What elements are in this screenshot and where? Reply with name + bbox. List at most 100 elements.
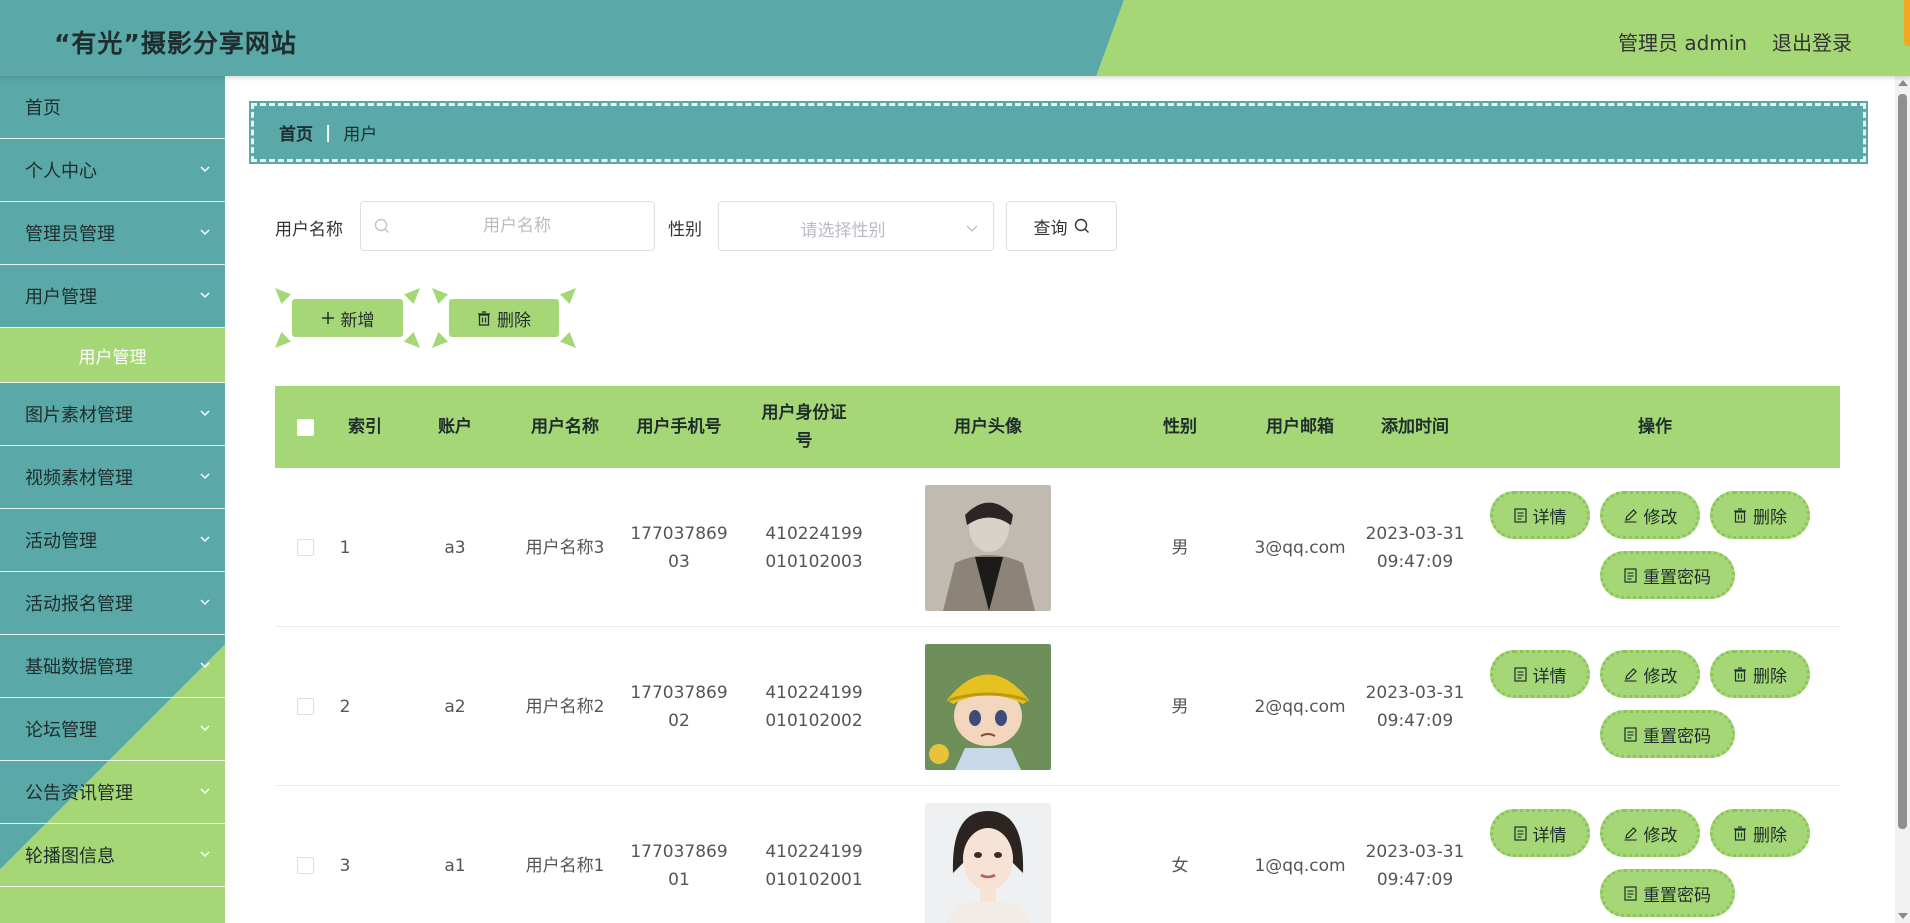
add-button[interactable]: 新增: [275, 288, 420, 348]
cell-phone: 177037869 01: [630, 841, 728, 890]
sidebar-item-label: 首页: [25, 98, 61, 119]
username-search-input[interactable]: [397, 202, 637, 250]
sidebar-item-label: 管理员管理: [25, 224, 115, 245]
cell-email: 2@qq.com: [1254, 696, 1346, 717]
cell-email: 1@qq.com: [1254, 855, 1346, 876]
column-header-account: 账户: [438, 417, 472, 437]
column-header-email: 用户邮箱: [1266, 417, 1334, 437]
edit-icon: [1624, 508, 1637, 523]
reset-password-button[interactable]: 重置密码: [1600, 710, 1735, 758]
row-checkbox[interactable]: [296, 539, 314, 556]
cell-username: 用户名称2: [525, 696, 605, 717]
sidebar-item-basic-data[interactable]: 基础数据管理: [0, 635, 225, 698]
cell-index: 1: [339, 537, 351, 558]
cell-gender: 男: [1171, 696, 1189, 717]
sidebar-item-announcement[interactable]: 公告资讯管理: [0, 761, 225, 824]
document-icon: [1624, 567, 1637, 583]
sidebar-item-user-management[interactable]: 用户管理: [0, 265, 225, 328]
sidebar-item-label: 活动管理: [25, 531, 97, 552]
sidebar-item-label: 轮播图信息: [25, 846, 115, 867]
username-filter-label: 用户名称: [275, 220, 343, 240]
sidebar-item-activity[interactable]: 活动管理: [0, 509, 225, 572]
batch-delete-button[interactable]: 删除: [432, 288, 576, 348]
trash-icon: [1734, 507, 1746, 523]
reset-password-button[interactable]: 重置密码: [1600, 551, 1735, 599]
batch-delete-button-label: 删除: [497, 310, 531, 331]
header-accent-bar: [1904, 0, 1910, 46]
column-header-idcard: 用户身份证号: [761, 403, 847, 451]
cell-added-time: 2023-03-31 09:47:09: [1365, 523, 1465, 572]
chevron-down-icon: [199, 407, 211, 419]
cell-added-time: 2023-03-31 09:47:09: [1365, 682, 1465, 731]
column-header-index: 索引: [348, 417, 382, 437]
table-row: 2 a2 用户名称2 177037869 02 410224199 01010200…: [275, 627, 1840, 786]
edit-icon: [1624, 667, 1637, 682]
top-header: “有光”摄影分享网站 管理员 admin 退出登录: [0, 0, 1910, 76]
breadcrumb-home[interactable]: 首页: [279, 120, 313, 145]
cell-idcard: 410224199 010102002: [765, 682, 863, 731]
select-all-checkbox[interactable]: [296, 418, 314, 436]
sidebar-item-carousel[interactable]: 轮播图信息: [0, 824, 225, 887]
row-checkbox[interactable]: [296, 857, 314, 874]
user-avatar-image[interactable]: [925, 643, 1051, 770]
cell-gender: 女: [1171, 855, 1189, 876]
delete-button[interactable]: 删除: [1710, 491, 1810, 539]
chevron-down-icon: [199, 659, 211, 671]
scrollbar-thumb[interactable]: [1898, 94, 1907, 829]
trash-icon: [478, 310, 490, 326]
chevron-down-icon: [199, 163, 211, 175]
column-header-phone: 用户手机号: [636, 417, 722, 437]
edit-button[interactable]: 修改: [1600, 650, 1700, 698]
row-checkbox[interactable]: [296, 698, 314, 715]
sidebar-item-home[interactable]: 首页: [0, 76, 225, 139]
sidebar-item-personal-center[interactable]: 个人中心: [0, 139, 225, 202]
plus-icon: [321, 312, 334, 324]
detail-button[interactable]: 详情: [1490, 650, 1590, 698]
sidebar-item-video-material[interactable]: 视频素材管理: [0, 446, 225, 509]
breadcrumb-separator: |: [325, 122, 332, 143]
user-avatar-image[interactable]: [925, 802, 1051, 923]
username-search-field[interactable]: [360, 201, 655, 251]
gender-select[interactable]: 请选择性别: [718, 201, 994, 251]
cell-phone: 177037869 03: [630, 523, 728, 572]
cell-idcard: 410224199 010102001: [765, 841, 863, 890]
logout-link[interactable]: 退出登录: [1772, 27, 1852, 56]
chevron-down-icon: [199, 533, 211, 545]
edit-button[interactable]: 修改: [1600, 809, 1700, 857]
gender-select-placeholder: 请选择性别: [800, 221, 886, 241]
search-icon: [374, 218, 389, 233]
scroll-up-arrow-icon[interactable]: [1898, 80, 1908, 86]
sidebar-item-label: 视频素材管理: [25, 468, 133, 489]
reset-password-button[interactable]: 重置密码: [1600, 869, 1735, 917]
cell-index: 2: [339, 696, 351, 717]
cell-username: 用户名称1: [525, 855, 605, 876]
delete-button[interactable]: 删除: [1710, 809, 1810, 857]
sidebar-item-forum[interactable]: 论坛管理: [0, 698, 225, 761]
detail-button[interactable]: 详情: [1490, 809, 1590, 857]
sidebar-item-activity-signup[interactable]: 活动报名管理: [0, 572, 225, 635]
detail-button[interactable]: 详情: [1490, 491, 1590, 539]
edit-button[interactable]: 修改: [1600, 491, 1700, 539]
cell-phone: 177037869 02: [630, 682, 728, 731]
breadcrumb-current: 用户: [343, 125, 378, 145]
search-icon: [1074, 218, 1089, 233]
query-button[interactable]: 查询: [1006, 201, 1117, 251]
user-avatar-image[interactable]: [925, 484, 1051, 611]
document-icon: [1513, 507, 1527, 523]
document-icon: [1624, 885, 1637, 901]
delete-button[interactable]: 删除: [1710, 650, 1810, 698]
cell-account: a3: [444, 537, 466, 558]
sidebar-item-label: 活动报名管理: [25, 594, 133, 615]
chevron-down-icon: [199, 226, 211, 238]
chevron-down-icon: [199, 848, 211, 860]
sidebar-item-label: 个人中心: [25, 161, 97, 182]
vertical-scrollbar[interactable]: [1895, 76, 1910, 923]
trash-icon: [1734, 825, 1746, 841]
sidebar-subitem-user-management[interactable]: 用户管理: [0, 328, 225, 383]
column-header-gender: 性别: [1163, 417, 1197, 437]
sidebar-item-admin-management[interactable]: 管理员管理: [0, 202, 225, 265]
sidebar-item-image-material[interactable]: 图片素材管理: [0, 383, 225, 446]
scroll-down-arrow-icon[interactable]: [1898, 913, 1908, 919]
cell-gender: 男: [1171, 537, 1189, 558]
column-header-avatar: 用户头像: [954, 417, 1022, 437]
